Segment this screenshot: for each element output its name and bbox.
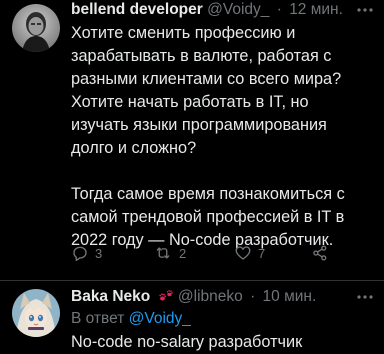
share-button[interactable] <box>311 244 329 262</box>
avatar-photo-image <box>12 4 60 52</box>
display-name[interactable]: bellend developer <box>71 1 203 18</box>
avatar[interactable] <box>12 4 60 52</box>
retweet-button[interactable]: 2 <box>153 244 186 262</box>
user-handle[interactable]: @Voidy_ <box>207 1 269 18</box>
tweet[interactable]: bellend developer @Voidy_ · 12 мин. Хоти… <box>0 0 384 280</box>
tweet-text: No-code no-salary разработчик <box>71 333 303 351</box>
separator: · <box>250 288 256 305</box>
like-count: 7 <box>258 245 266 261</box>
separator: · <box>276 1 282 18</box>
like-button[interactable]: 7 <box>234 244 265 262</box>
reply-tweet[interactable]: Baka Neko @libneko · 10 мин. В ответ @Vo… <box>0 281 384 354</box>
reply-to-prefix: В ответ <box>71 310 125 327</box>
share-icon <box>311 244 329 262</box>
more-horizontal-icon[interactable] <box>356 288 374 311</box>
timestamp[interactable]: 12 мин. <box>289 1 343 18</box>
heart-icon <box>234 244 252 262</box>
reply-button[interactable]: 3 <box>71 244 102 262</box>
timestamp[interactable]: 10 мин. <box>263 288 317 305</box>
reply-icon <box>71 244 89 262</box>
retweet-count: 2 <box>179 245 187 261</box>
tweet-text: Хотите сменить профессию и зарабатывать … <box>71 24 345 249</box>
display-name[interactable]: Baka Neko <box>71 288 150 305</box>
paw-prints-icon <box>158 289 174 309</box>
reply-context: В ответ @Voidy_ <box>71 309 191 329</box>
user-handle[interactable]: @libneko <box>178 288 243 305</box>
retweet-icon <box>153 244 173 262</box>
avatar[interactable] <box>12 289 60 337</box>
avatar-anime-image <box>12 289 60 337</box>
tweet-header: bellend developer @Voidy_ · 12 мин. <box>71 0 343 20</box>
reply-to-handle[interactable]: @Voidy_ <box>129 310 191 327</box>
tweet-header: Baka Neko @libneko · 10 мин. <box>71 287 316 309</box>
more-horizontal-icon[interactable] <box>356 1 374 24</box>
tweet-actions: 3 2 7 <box>71 244 371 264</box>
reply-count: 3 <box>95 245 103 261</box>
